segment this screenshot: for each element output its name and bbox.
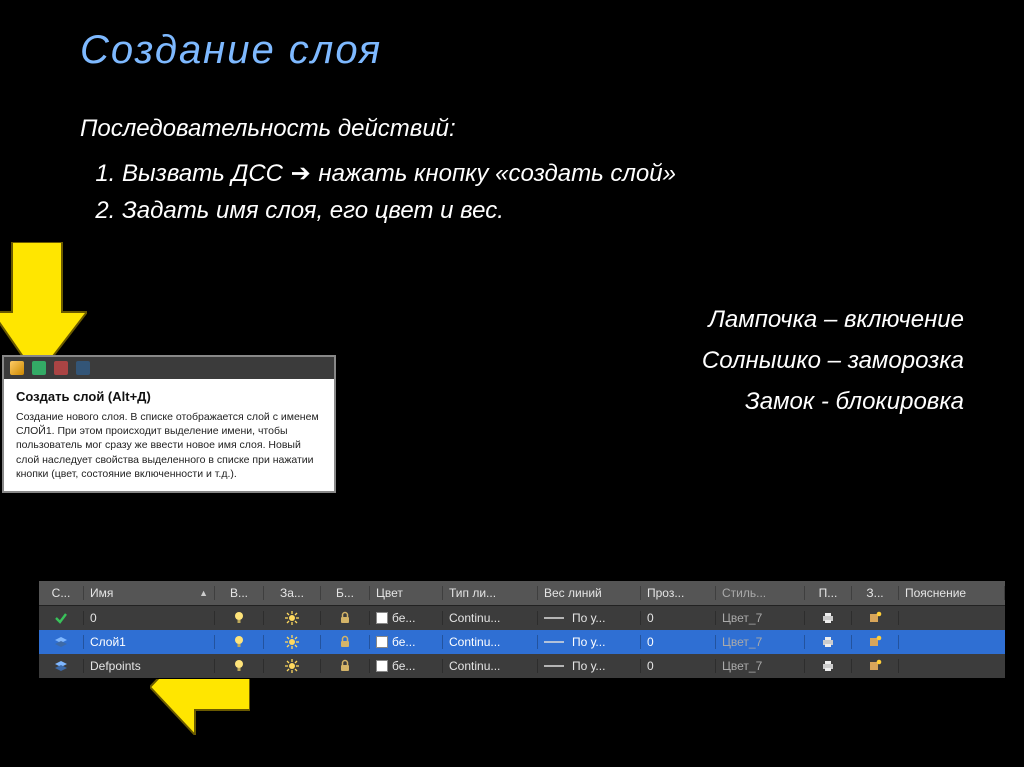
tooltip-body: Создание нового слоя. В списке отображае…: [16, 410, 322, 481]
lock-icon[interactable]: [321, 659, 370, 673]
col-status[interactable]: С...: [39, 586, 84, 600]
step-2: Задать имя слоя, его цвет и вес.: [122, 192, 984, 229]
color-cell[interactable]: бе...: [370, 611, 443, 625]
ltype-cell[interactable]: Continu...: [443, 635, 538, 649]
color-cell[interactable]: бе...: [370, 635, 443, 649]
pstyle-cell: Цвет_7: [716, 635, 805, 649]
sun-icon[interactable]: [264, 611, 321, 625]
lweight-cell[interactable]: По у...: [538, 659, 641, 673]
name-cell[interactable]: Слой1: [84, 635, 215, 649]
plot-icon[interactable]: [805, 659, 852, 673]
layer-table-header[interactable]: С... Имя▲ В... За... Б... Цвет Тип ли...…: [39, 581, 1005, 606]
newvp-icon[interactable]: [852, 659, 899, 673]
status-cell[interactable]: [39, 611, 84, 625]
name-cell[interactable]: 0: [84, 611, 215, 625]
lock-icon[interactable]: [321, 635, 370, 649]
lweight-cell[interactable]: По у...: [538, 635, 641, 649]
sun-icon[interactable]: [264, 659, 321, 673]
col-plot[interactable]: П...: [805, 586, 852, 600]
lweight-cell[interactable]: По у...: [538, 611, 641, 625]
toolbar-icon-2[interactable]: [32, 361, 46, 375]
tooltip-title: Создать слой (Alt+Д): [16, 389, 322, 404]
pstyle-cell: Цвет_7: [716, 659, 805, 673]
tooltip-toolbar: [4, 357, 334, 379]
bulb-icon[interactable]: [215, 659, 264, 673]
col-newvp[interactable]: З...: [852, 586, 899, 600]
table-row[interactable]: Слой1 бе...Continu...По у...0Цвет_7: [39, 630, 1005, 654]
sun-icon[interactable]: [264, 635, 321, 649]
col-trans[interactable]: Проз...: [641, 586, 716, 600]
legend-lock: Замок - блокировка: [702, 382, 964, 423]
status-cell[interactable]: [39, 659, 84, 673]
status-cell[interactable]: [39, 635, 84, 649]
arrow-right-icon: ➔: [290, 155, 312, 192]
col-lweight[interactable]: Вес линий: [538, 586, 641, 600]
bulb-icon[interactable]: [215, 611, 264, 625]
plot-icon[interactable]: [805, 635, 852, 649]
col-desc[interactable]: Пояснение: [899, 586, 1005, 600]
step-1: Вызвать ДСС ➔ нажать кнопку «создать сло…: [122, 155, 984, 192]
new-layer-icon[interactable]: [10, 361, 24, 375]
col-visible[interactable]: В...: [215, 586, 264, 600]
slide-title: Создание слоя: [80, 28, 382, 73]
col-name[interactable]: Имя▲: [84, 586, 215, 600]
ltype-cell[interactable]: Continu...: [443, 611, 538, 625]
layer-table: С... Имя▲ В... За... Б... Цвет Тип ли...…: [38, 580, 1006, 679]
col-pstyle[interactable]: Стиль...: [716, 586, 805, 600]
legend-bulb: Лампочка – включение: [702, 300, 964, 341]
slide-body: Последовательность действий: Вызвать ДСС…: [80, 110, 984, 230]
plot-icon[interactable]: [805, 611, 852, 625]
newvp-icon[interactable]: [852, 611, 899, 625]
intro-line: Последовательность действий:: [80, 110, 984, 147]
toolbar-icon-3[interactable]: [54, 361, 68, 375]
name-cell[interactable]: Defpoints: [84, 659, 215, 673]
newvp-icon[interactable]: [852, 635, 899, 649]
pstyle-cell: Цвет_7: [716, 611, 805, 625]
lock-icon[interactable]: [321, 611, 370, 625]
tooltip-panel: Создать слой (Alt+Д) Создание нового сло…: [2, 355, 336, 493]
toolbar-icon-4[interactable]: [76, 361, 90, 375]
col-color[interactable]: Цвет: [370, 586, 443, 600]
col-lock[interactable]: Б...: [321, 586, 370, 600]
bulb-icon[interactable]: [215, 635, 264, 649]
table-row[interactable]: 0бе...Continu...По у...0Цвет_7: [39, 606, 1005, 630]
ltype-cell[interactable]: Continu...: [443, 659, 538, 673]
trans-cell[interactable]: 0: [641, 635, 716, 649]
legend-sun: Солнышко – заморозка: [702, 341, 964, 382]
color-cell[interactable]: бе...: [370, 659, 443, 673]
trans-cell[interactable]: 0: [641, 659, 716, 673]
trans-cell[interactable]: 0: [641, 611, 716, 625]
table-row[interactable]: Defpoints бе...Continu...По у...0Цвет_7: [39, 654, 1005, 678]
col-ltype[interactable]: Тип ли...: [443, 586, 538, 600]
legend-block: Лампочка – включение Солнышко – заморозк…: [702, 300, 964, 422]
sort-asc-icon: ▲: [199, 588, 208, 598]
col-freeze[interactable]: За...: [264, 586, 321, 600]
